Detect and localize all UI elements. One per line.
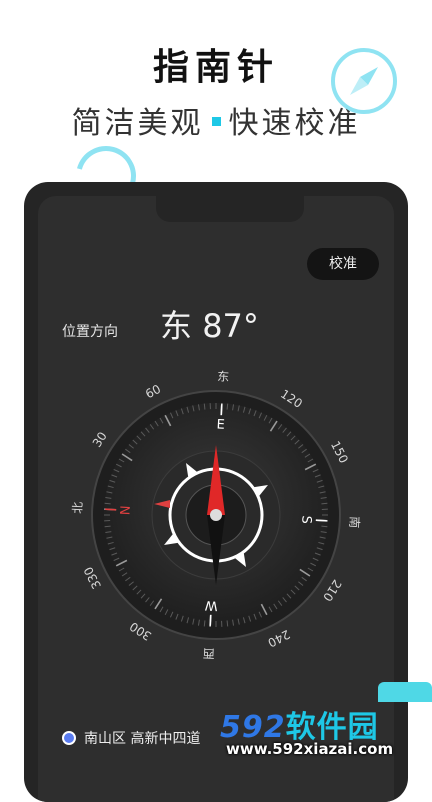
dial-cardinal-mark: [210, 615, 211, 626]
dial-degree-label: 东: [217, 369, 230, 384]
tagline-left: 简洁美观: [72, 106, 204, 141]
dial-degree-label: 210: [320, 577, 344, 604]
dial-degree-label: 330: [81, 564, 104, 591]
dial-degree-label: 西: [202, 646, 215, 661]
heading-readout: 东 87°: [160, 301, 259, 347]
compass-icon: [329, 46, 399, 116]
location-text: 南山区 高新中四道: [84, 728, 200, 748]
dial-tick: [227, 620, 228, 626]
dial-cardinal-e: E: [216, 417, 225, 432]
dial-tick: [204, 404, 205, 410]
location-pin-icon: [62, 731, 76, 745]
phone-notch: [156, 196, 304, 222]
heading-direction: 东: [160, 307, 192, 345]
dial-tick: [227, 404, 228, 410]
dial-tick: [321, 503, 327, 504]
watermark-url: www.592xiazai.com: [226, 740, 393, 758]
watermark-decoration: [378, 682, 432, 702]
position-label: 位置方向: [62, 321, 118, 341]
dial-cardinal-mark: [105, 509, 116, 510]
dial-cardinal-n: N: [118, 505, 133, 516]
dial-cardinal-mark: [316, 520, 327, 521]
needle-pivot: [210, 509, 222, 521]
dial-tick: [105, 526, 111, 527]
dial-degree-label: 60: [143, 382, 163, 401]
watermark: 592软件园 www.592xiazai.com: [216, 698, 432, 768]
dial-degree-label: 150: [328, 439, 351, 466]
dial-tick: [321, 526, 327, 527]
dial-degree-label: 北: [70, 501, 85, 514]
dial-degree-label: 南: [347, 516, 363, 529]
calibrate-button[interactable]: 校准: [307, 248, 379, 280]
heading-angle: 87°: [202, 307, 259, 345]
tagline-separator: [212, 117, 221, 126]
location-row: 南山区 高新中四道: [62, 728, 200, 748]
dial-cardinal-s: S: [298, 515, 313, 524]
dial-cardinal-mark: [221, 404, 222, 415]
dial-degree-label: 300: [127, 619, 154, 643]
dial-tick: [105, 503, 111, 504]
dial-tick: [204, 620, 205, 626]
dial-degree-label: 240: [265, 627, 292, 650]
dial-degree-label: 120: [278, 387, 305, 411]
compass-dial[interactable]: 北 30 60 东 120 150 南 210 240 西 300 330 N E S W: [66, 365, 366, 665]
dial-degree-label: 30: [90, 429, 110, 449]
dial-cardinal-w: W: [204, 597, 218, 613]
